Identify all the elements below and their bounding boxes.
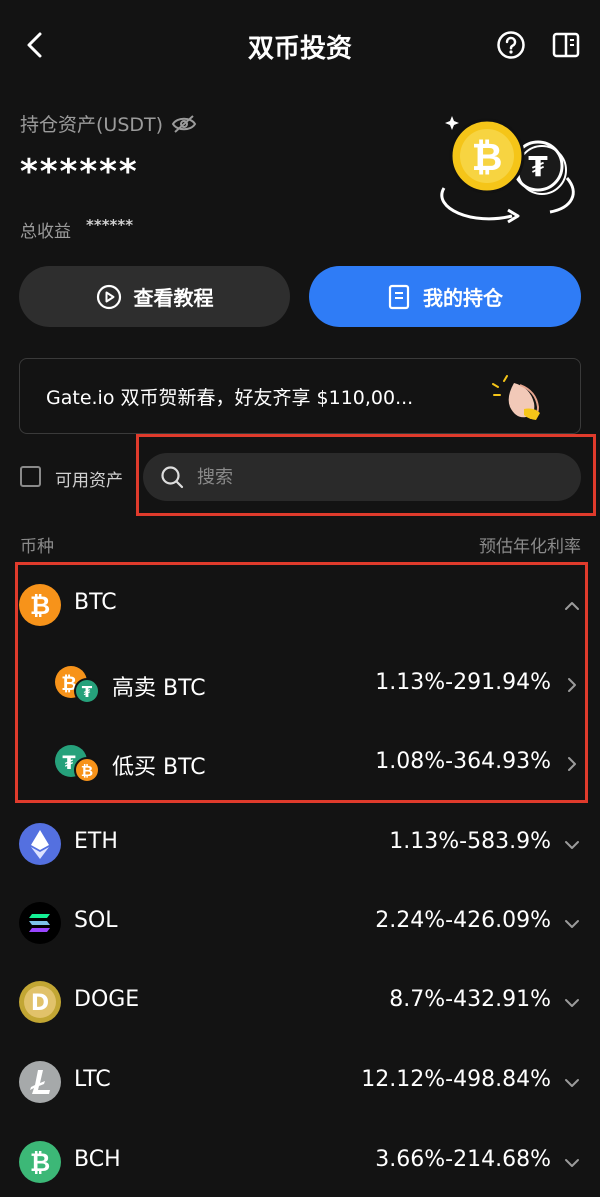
- svg-text:D: D: [31, 991, 49, 1016]
- asset-value: ******: [20, 152, 139, 192]
- sub-name: 低买 BTC: [112, 755, 206, 780]
- eth-icon: [19, 823, 61, 865]
- svg-text:₮: ₮: [528, 150, 548, 183]
- chevron-right-icon: [568, 678, 576, 692]
- chevron-down-icon[interactable]: [563, 1074, 581, 1092]
- clapping-hands-icon: [492, 375, 540, 420]
- coin-row-eth[interactable]: ETH 1.13%-583.9%: [0, 816, 600, 876]
- coin-name: DOGE: [74, 987, 140, 1012]
- doge-icon: D: [19, 981, 61, 1023]
- svg-text:₿: ₿: [472, 135, 503, 179]
- coin-rate: 8.7%-432.91%: [389, 987, 551, 1012]
- eye-hidden-icon[interactable]: [171, 114, 197, 134]
- asset-label: 持仓资产(USDT): [20, 110, 197, 137]
- btc-usdt-pair-icon: ₿ ₮: [55, 666, 100, 704]
- sub-rate: 1.08%-364.93%: [375, 749, 551, 774]
- book-icon[interactable]: [551, 30, 581, 60]
- play-icon: [96, 284, 121, 309]
- help-icon[interactable]: [496, 30, 526, 60]
- coin-name: LTC: [74, 1067, 111, 1092]
- chevron-right-icon: [568, 757, 576, 771]
- profit-value: ******: [86, 216, 134, 234]
- search-icon: [161, 466, 184, 489]
- promo-banner[interactable]: Gate.io 双币贺新春，好友齐享 $110,00...: [19, 358, 581, 434]
- sub-row-sell-high-btc[interactable]: ₿ ₮ 高卖 BTC 1.13%-291.94%: [0, 657, 600, 717]
- tutorial-label: 查看教程: [133, 286, 214, 310]
- available-assets-checkbox[interactable]: [20, 466, 41, 487]
- column-header-apr: 预估年化利率: [479, 537, 581, 557]
- ltc-icon: [19, 1061, 61, 1103]
- usdt-btc-pair-icon: ₮ ₿: [55, 745, 100, 783]
- svg-text:₿: ₿: [81, 762, 93, 780]
- coin-name: BCH: [74, 1147, 121, 1172]
- asset-label-text: 持仓资产(USDT): [20, 114, 164, 136]
- sol-icon: [19, 902, 61, 944]
- search-input[interactable]: [197, 453, 557, 501]
- coin-name: SOL: [74, 908, 118, 933]
- coin-rate: 3.66%-214.68%: [375, 1147, 551, 1172]
- svg-text:₿: ₿: [30, 1148, 50, 1177]
- bch-icon: ₿: [19, 1141, 61, 1183]
- coin-row-btc[interactable]: ₿ BTC: [0, 577, 600, 637]
- sub-row-buy-low-btc[interactable]: ₮ ₿ 低买 BTC 1.08%-364.93%: [0, 736, 600, 796]
- svg-text:₮: ₮: [82, 683, 93, 701]
- sub-rate: 1.13%-291.94%: [375, 670, 551, 695]
- banner-text: Gate.io 双币贺新春，好友齐享 $110,00...: [46, 387, 414, 409]
- coin-rate: 12.12%-498.84%: [361, 1067, 551, 1092]
- chevron-down-icon[interactable]: [563, 994, 581, 1012]
- column-header-coin: 币种: [20, 537, 54, 557]
- tutorial-button[interactable]: 查看教程: [19, 266, 290, 327]
- coin-rate: 1.13%-583.9%: [389, 829, 551, 854]
- coin-rate: 2.24%-426.09%: [375, 908, 551, 933]
- sub-name: 高卖 BTC: [112, 676, 206, 701]
- coin-row-bch[interactable]: ₿ BCH 3.66%-214.68%: [0, 1134, 600, 1194]
- holdings-label: 我的持仓: [423, 286, 503, 310]
- btc-icon: ₿: [19, 584, 61, 626]
- coin-name: ETH: [74, 829, 118, 854]
- svg-text:₿: ₿: [30, 591, 50, 620]
- chevron-down-icon[interactable]: [563, 836, 581, 854]
- document-icon: [388, 284, 410, 309]
- my-holdings-button[interactable]: 我的持仓: [309, 266, 581, 327]
- coin-row-doge[interactable]: D DOGE 8.7%-432.91%: [0, 974, 600, 1034]
- coin-row-ltc[interactable]: LTC 12.12%-498.84%: [0, 1054, 600, 1114]
- profit-label: 总收益: [20, 222, 71, 242]
- coin-row-sol[interactable]: SOL 2.24%-426.09%: [0, 895, 600, 955]
- btc-usdt-coins-illustration: ₮ ₿: [440, 116, 575, 224]
- svg-text:₮: ₮: [62, 752, 75, 774]
- chevron-down-icon[interactable]: [563, 915, 581, 933]
- available-assets-label: 可用资产: [55, 471, 123, 491]
- chevron-down-icon[interactable]: [563, 1154, 581, 1172]
- chevron-up-icon[interactable]: [563, 597, 581, 615]
- coin-name: BTC: [74, 590, 117, 615]
- search-box[interactable]: [143, 453, 581, 501]
